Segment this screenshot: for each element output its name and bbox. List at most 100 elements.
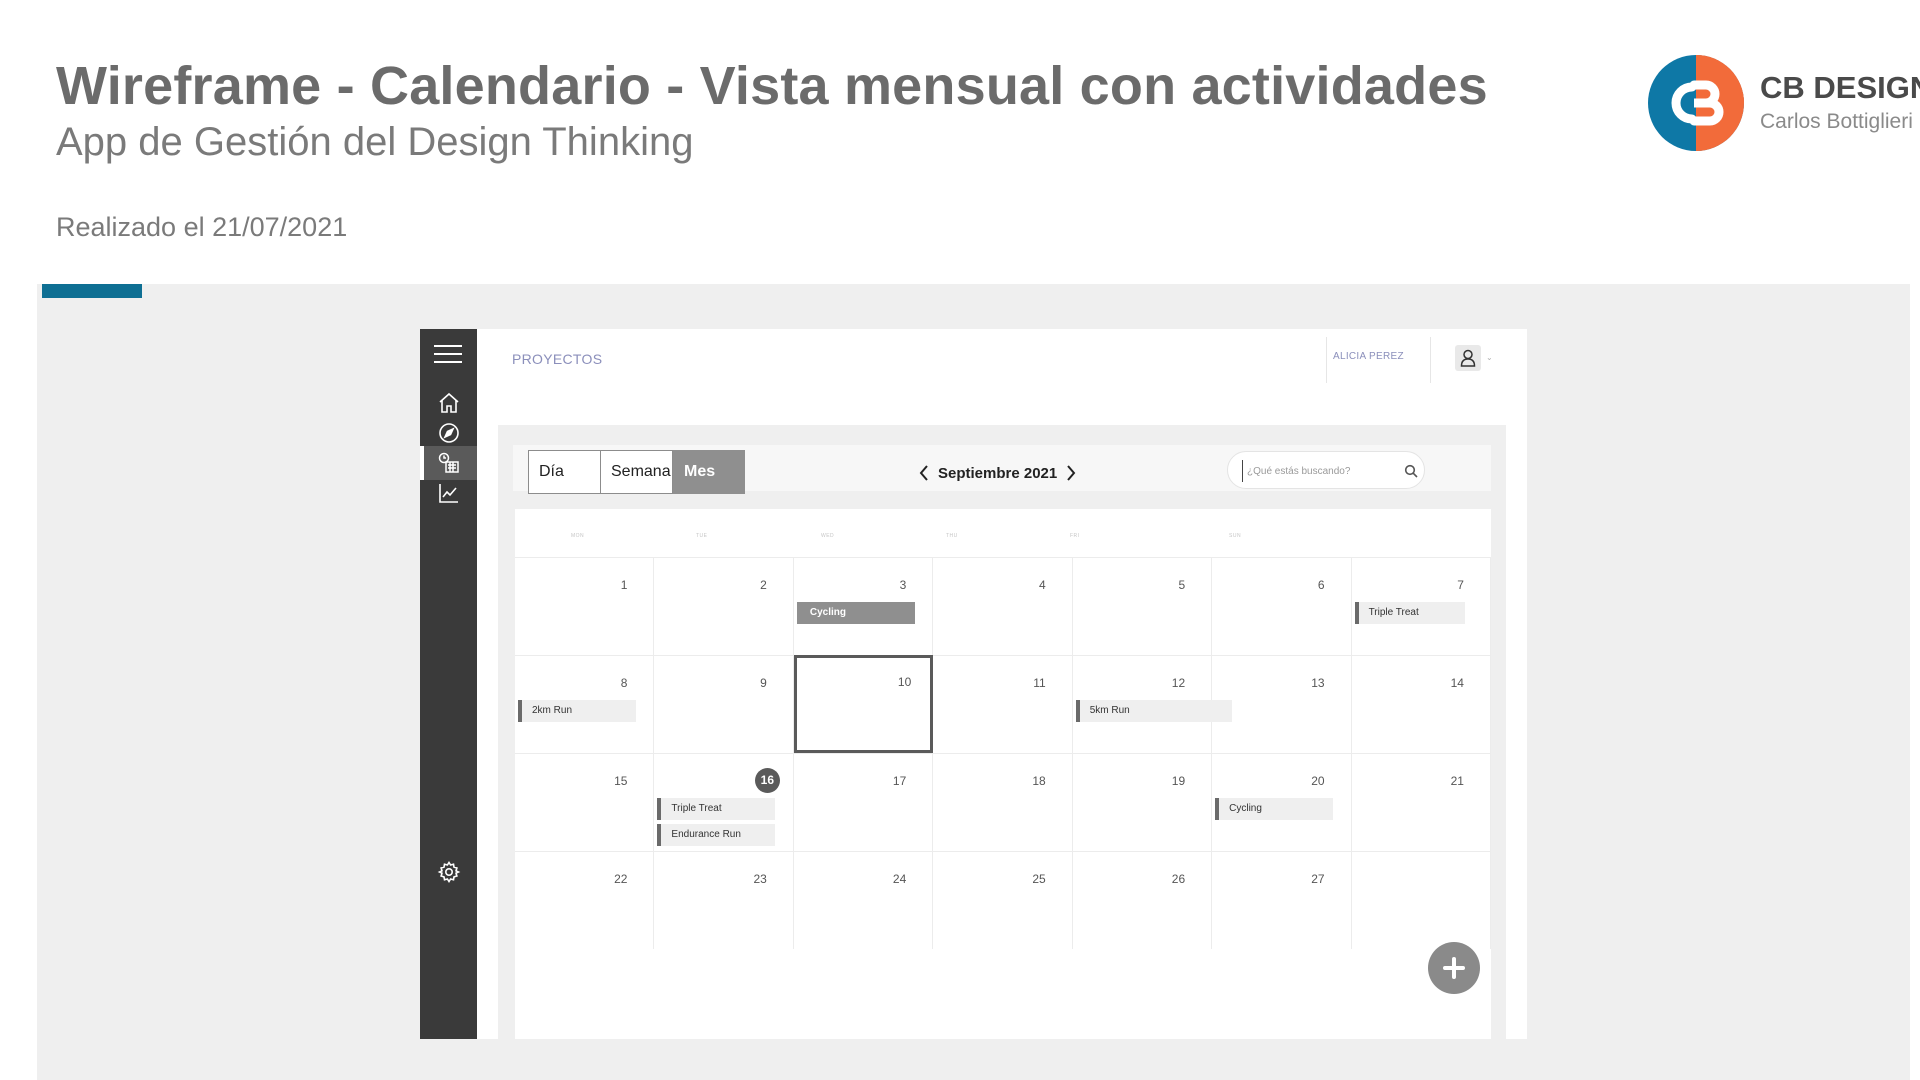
day-number: 18 — [1032, 774, 1046, 788]
day-number: 8 — [620, 676, 628, 690]
weekday-label: TUE — [696, 533, 708, 539]
calendar-day-cell[interactable]: 14 — [1351, 655, 1491, 753]
calendar-day-cell[interactable]: 19 — [1072, 753, 1213, 851]
sidebar — [420, 329, 477, 1039]
calendar-day-cell[interactable]: 25 — [933, 851, 1073, 949]
chevron-right-icon[interactable] — [1065, 464, 1077, 482]
day-number: 14 — [1450, 676, 1464, 690]
month-label: Septiembre 2021 — [938, 464, 1058, 482]
add-activity-button[interactable] — [1428, 942, 1480, 994]
calendar-day-cell[interactable]: 22 — [515, 851, 655, 949]
weekday-label: SUN — [1229, 533, 1242, 539]
search-box — [1227, 451, 1425, 489]
month-navigator: Septiembre 2021 — [918, 461, 1077, 485]
day-number: 12 — [1171, 676, 1186, 690]
search-input[interactable] — [1242, 460, 1399, 482]
current-day-badge: 16 — [754, 768, 780, 793]
calendar-day-cell[interactable]: 5 — [1072, 557, 1213, 655]
sidebar-item-calendar[interactable] — [420, 446, 477, 480]
event-chip[interactable]: Triple Treat — [1354, 602, 1465, 624]
day-number: 23 — [753, 872, 767, 886]
user-icon — [1460, 349, 1476, 367]
calendar-day-cell[interactable]: 4 — [933, 557, 1073, 655]
sidebar-item-stats[interactable] — [420, 476, 477, 510]
avatar[interactable] — [1455, 345, 1481, 371]
day-number: 20 — [1311, 774, 1325, 788]
calendar-day-cell[interactable]: 27 — [1212, 851, 1352, 949]
calendar-day-cell[interactable]: 2 — [654, 557, 794, 655]
cb-logo-icon — [1648, 55, 1744, 151]
calendar-day-cell[interactable]: 1 — [515, 557, 655, 655]
event-chip[interactable]: 5km Run — [1075, 700, 1232, 722]
weekday-label: FRI — [1070, 533, 1080, 539]
gear-icon — [437, 861, 460, 883]
brand-name: CB DESIGN — [1760, 70, 1920, 105]
sidebar-item-home[interactable] — [420, 386, 477, 420]
calendar-day-cell[interactable] — [1351, 851, 1491, 949]
day-number: 4 — [1039, 578, 1046, 592]
calendar-day-cell[interactable]: 15 — [515, 753, 655, 851]
calendar-day-cell[interactable]: 24 — [793, 851, 934, 949]
day-number: 6 — [1317, 578, 1325, 592]
calendar-grid: MON TUE WED THU FRI SUN 1 2 3 4 5 6 7 8 9 10 11 12 1… — [515, 509, 1491, 1039]
home-icon — [438, 392, 459, 413]
day-number: 3 — [899, 578, 907, 592]
event-chip[interactable]: Cycling — [796, 602, 915, 624]
calendar-panel: Día Semana Mes Septiembre 2021 MON TUE W… — [498, 425, 1506, 1039]
view-month-button[interactable]: Mes — [673, 450, 745, 494]
compass-icon — [438, 423, 459, 443]
event-chip[interactable]: Cycling — [1215, 798, 1334, 820]
day-number: 19 — [1171, 774, 1186, 788]
day-number: 22 — [614, 872, 628, 886]
sidebar-item-settings[interactable] — [420, 855, 477, 889]
weekday-label: MON — [571, 533, 585, 539]
page-title: Wireframe - Calendario - Vista mensual c… — [56, 56, 1488, 116]
day-number: 1 — [620, 578, 628, 592]
day-number: 17 — [892, 774, 907, 788]
calendar-day-cell-selected[interactable]: 10 — [793, 655, 934, 753]
day-number: 25 — [1032, 872, 1046, 886]
brand-author: Carlos Bottiglieri — [1760, 110, 1913, 133]
calendar-day-cell[interactable]: 26 — [1072, 851, 1213, 949]
calendar-day-cell[interactable]: 11 — [933, 655, 1073, 753]
view-day-button[interactable]: Día — [528, 450, 601, 494]
calendar-toolbar: Día Semana Mes Septiembre 2021 — [513, 445, 1491, 494]
calendar-icon — [438, 452, 459, 473]
hamburger-menu-icon[interactable] — [432, 342, 464, 366]
calendar-day-cell[interactable]: 21 — [1351, 753, 1491, 851]
stage-accent-bar — [42, 284, 142, 298]
view-week-button[interactable]: Semana — [600, 450, 673, 494]
day-number: 21 — [1450, 774, 1464, 788]
day-number: 13 — [1311, 676, 1325, 690]
chevron-down-icon[interactable]: ⌄ — [1486, 353, 1493, 362]
user-name[interactable]: ALICIA PEREZ — [1333, 351, 1404, 362]
page-subtitle: App de Gestión del Design Thinking — [56, 120, 694, 164]
day-number: 15 — [614, 774, 628, 788]
calendar-day-cell[interactable]: 17 — [793, 753, 934, 851]
calendar-day-cell[interactable]: 23 — [654, 851, 794, 949]
day-number: 10 — [897, 675, 912, 689]
day-number: 11 — [1033, 676, 1046, 690]
weekday-label: THU — [946, 533, 958, 539]
created-date: Realizado el 21/07/2021 — [56, 212, 348, 242]
day-number: 5 — [1178, 578, 1186, 592]
event-chip[interactable]: 2km Run — [518, 700, 636, 722]
breadcrumb-projects[interactable]: PROYECTOS — [512, 351, 602, 367]
chevron-left-icon[interactable] — [918, 464, 930, 482]
weekday-label: WED — [821, 533, 835, 539]
topbar-divider — [1326, 337, 1327, 383]
day-number: 24 — [892, 872, 907, 886]
chart-line-icon — [438, 484, 458, 503]
event-chip[interactable]: Triple Treat — [657, 798, 776, 820]
day-number: 7 — [1457, 578, 1464, 592]
calendar-day-cell[interactable]: 9 — [654, 655, 794, 753]
search-icon[interactable] — [1404, 464, 1418, 478]
topbar-divider — [1430, 337, 1431, 383]
calendar-day-cell[interactable]: 6 — [1212, 557, 1352, 655]
sidebar-item-explore[interactable] — [420, 416, 477, 450]
plus-icon — [1443, 957, 1465, 979]
day-number: 2 — [760, 578, 767, 592]
event-chip[interactable]: Endurance Run — [657, 824, 776, 846]
calendar-day-cell[interactable]: 13 — [1212, 655, 1352, 753]
calendar-day-cell[interactable]: 18 — [933, 753, 1073, 851]
